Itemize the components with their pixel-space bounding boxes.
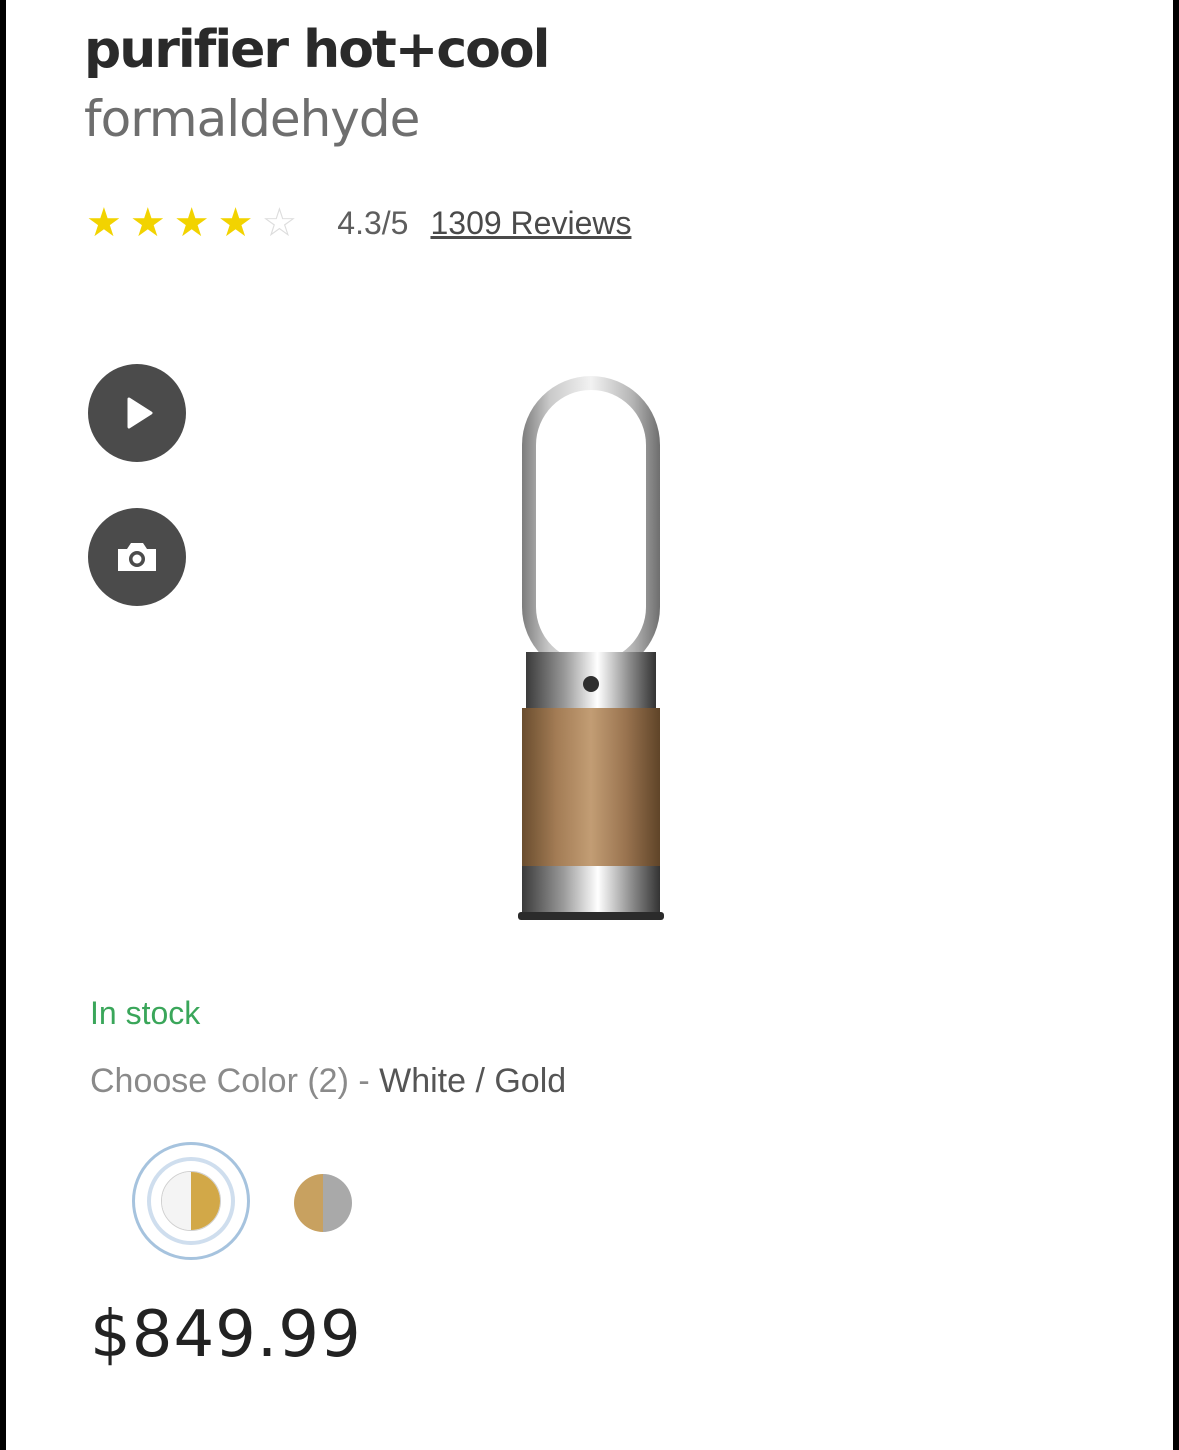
photo-gallery-button[interactable]	[88, 508, 186, 606]
rating-row: ★ ★ ★ ★ ☆ 4.3/5 1309 Reviews	[86, 198, 631, 248]
color-selector-label: Choose Color (2) - White / Gold	[90, 1062, 566, 1101]
swatch-white-gold-chip	[161, 1171, 221, 1231]
play-video-button[interactable]	[88, 364, 186, 462]
reviews-link[interactable]: 1309 Reviews	[430, 205, 631, 242]
color-label-text: Choose Color (2) -	[90, 1062, 380, 1100]
star-filled-icon: ★	[217, 201, 254, 245]
product-image	[506, 372, 676, 932]
star-rating: ★ ★ ★ ★ ☆	[86, 203, 297, 243]
play-icon	[115, 391, 159, 435]
swatch-gold-nickel-chip	[294, 1174, 352, 1232]
swatch-selection-ring	[147, 1157, 235, 1245]
product-title: purifier hot+cool	[84, 20, 550, 80]
stock-status: In stock	[90, 995, 201, 1031]
camera-icon	[112, 535, 162, 579]
star-filled-icon: ★	[129, 201, 166, 245]
color-swatch-gold-nickel[interactable]	[292, 1172, 354, 1234]
star-filled-icon: ★	[173, 201, 210, 245]
product-price: $849.99	[90, 1298, 362, 1372]
star-filled-icon: ★	[86, 201, 122, 245]
product-subtitle: formaldehyde	[84, 90, 420, 148]
star-empty-icon: ☆	[261, 201, 298, 245]
rating-score: 4.3/5	[337, 204, 409, 241]
product-page: purifier hot+cool formaldehyde ★ ★ ★ ★ ☆…	[6, 0, 1173, 1450]
color-swatch-white-gold[interactable]	[132, 1142, 250, 1260]
selected-color-name: White / Gold	[379, 1062, 567, 1100]
